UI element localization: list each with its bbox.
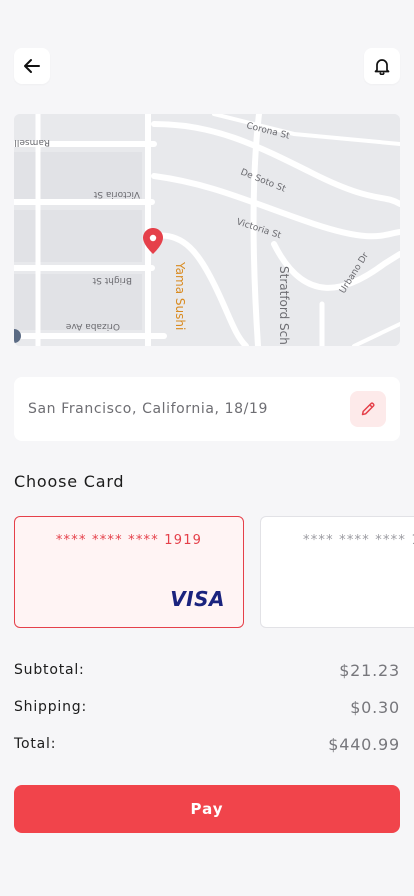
address-card: San Francisco, California, 18/19 xyxy=(14,377,400,441)
total-label: Total: xyxy=(14,736,57,752)
back-button[interactable] xyxy=(14,48,50,84)
bell-icon xyxy=(374,59,390,75)
pay-button[interactable]: Pay xyxy=(14,785,400,833)
arrow-left-icon xyxy=(24,59,40,73)
subtotal-label: Subtotal: xyxy=(14,662,85,678)
shipping-value: $0.30 xyxy=(350,697,400,717)
total-value: $440.99 xyxy=(328,734,400,754)
visa-logo: VISA xyxy=(170,587,225,611)
notifications-button[interactable] xyxy=(364,48,400,84)
address-text: San Francisco, California, 18/19 xyxy=(28,401,269,417)
card-number: **** **** **** 1919 xyxy=(55,533,203,548)
card-number: **** **** **** 1 xyxy=(303,533,414,548)
subtotal-row: Subtotal: $21.23 xyxy=(14,658,400,682)
street-label: Victoria St xyxy=(93,189,140,199)
choose-card-title: Choose Card xyxy=(14,472,125,491)
total-row: Total: $440.99 xyxy=(14,732,400,756)
street-label: Orizaba Ave xyxy=(65,321,120,331)
edit-address-button[interactable] xyxy=(350,391,386,427)
street-label: Stratford Sch xyxy=(277,266,291,345)
street-label: Ramsell xyxy=(14,137,50,147)
shipping-label: Shipping: xyxy=(14,699,87,715)
payment-card[interactable]: **** **** **** 1 xyxy=(260,516,414,628)
street-label: Bright St xyxy=(92,275,132,285)
map-view[interactable]: Corona St Ramsell Victoria St De Soto St… xyxy=(14,114,400,346)
subtotal-value: $21.23 xyxy=(339,660,400,680)
place-label: Yama Sushi xyxy=(173,261,187,330)
pencil-icon xyxy=(361,402,375,416)
card-carousel[interactable]: **** **** **** 1919 VISA **** **** **** … xyxy=(14,516,414,628)
payment-card-selected[interactable]: **** **** **** 1919 VISA xyxy=(14,516,244,628)
shipping-row: Shipping: $0.30 xyxy=(14,695,400,719)
